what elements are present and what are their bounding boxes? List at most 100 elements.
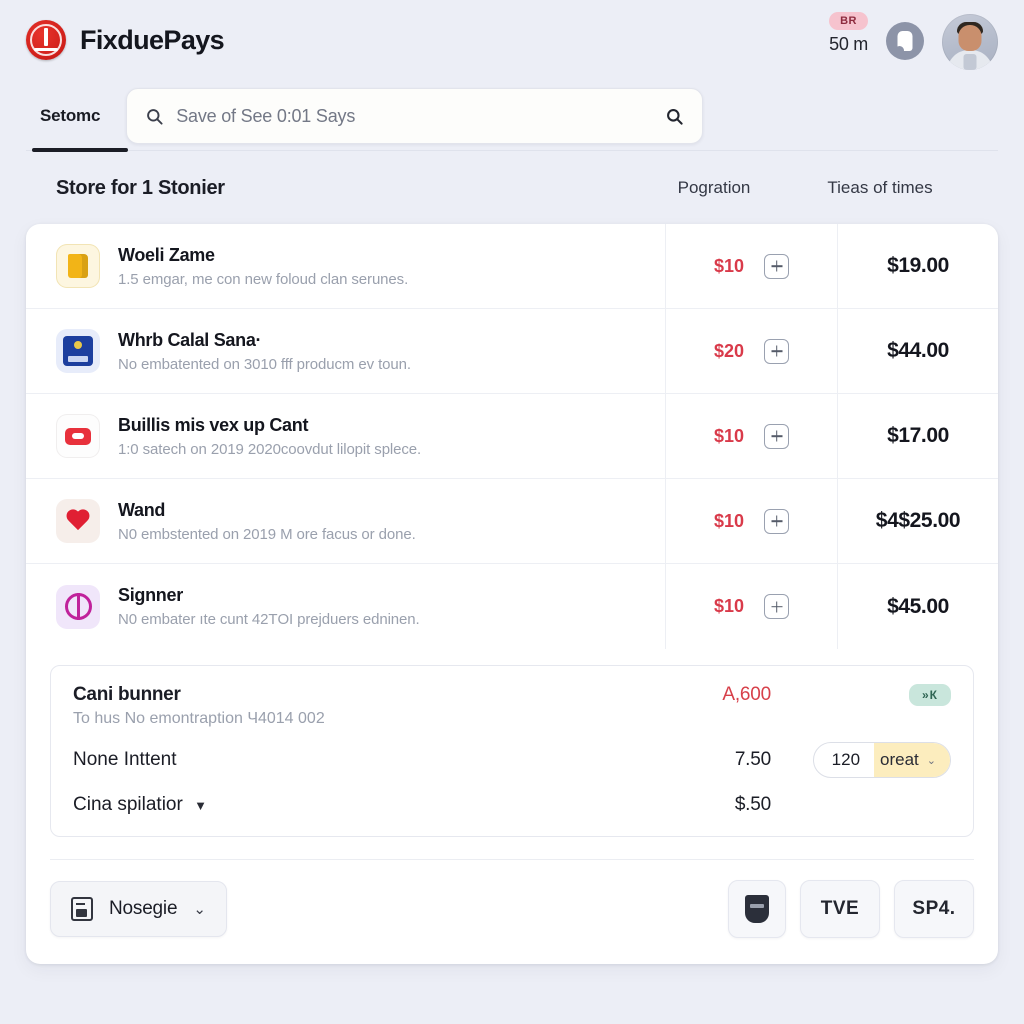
quantity-option-label: oreat xyxy=(880,750,919,769)
row-main: Signner N0 embater ıte cunt 42ТOІ prejdu… xyxy=(26,564,666,649)
nav-divider xyxy=(26,150,998,151)
summary-title: Cani bunner xyxy=(73,684,181,705)
row-total: $17.00 xyxy=(887,424,949,447)
row-title: Woeli Zame xyxy=(118,244,215,265)
summary-wrap: Cani bunner A,600 »К To hus No emontrapt… xyxy=(26,649,998,837)
brand[interactable]: FixduePays xyxy=(26,20,225,60)
meter-label: 50 m xyxy=(829,34,868,54)
shield-icon xyxy=(745,895,769,923)
plus-icon[interactable] xyxy=(764,594,790,619)
row-price: $10 xyxy=(713,255,745,276)
row-main: Woeli Zame 1.5 emgar, me con new foloud … xyxy=(26,224,666,308)
row-total: $19.00 xyxy=(887,254,949,277)
shield-button[interactable] xyxy=(728,880,786,938)
row-title: Whrb Calal Sana· xyxy=(118,329,262,350)
top-bar-right: BR 50 m xyxy=(829,8,998,70)
row-total: $4$25.00 xyxy=(875,509,961,532)
row-description: N0 embater ıte cunt 42ТOІ prejduers edni… xyxy=(118,611,420,628)
table-row[interactable]: Buillis mis vex up Cant 1:0 satech on 20… xyxy=(26,394,998,479)
tab-active-indicator xyxy=(32,148,128,152)
purple-circle-icon xyxy=(56,584,100,629)
summary-panel: Cani bunner A,600 »К To hus No emontrapt… xyxy=(50,665,974,837)
row-main: Wand N0 embstented on 2019 M ore facus o… xyxy=(26,479,666,563)
status-badge: BR xyxy=(829,12,868,30)
caret-down-icon: ▼ xyxy=(194,798,207,813)
bottom-buttons: TVE SP4. xyxy=(728,880,974,938)
avatar-face xyxy=(958,25,982,51)
table-header-pogration: Pogration xyxy=(677,178,751,197)
summary-title-row: Cani bunner A,600 »К xyxy=(73,684,951,706)
plus-icon[interactable] xyxy=(764,338,790,364)
tab-setomc[interactable]: Setomc xyxy=(26,80,114,152)
table-header-tieas: Tieas of times xyxy=(827,178,933,197)
quantity-option[interactable]: oreat ⌄ xyxy=(874,743,950,777)
table-row[interactable]: Woeli Zame 1.5 emgar, me con new foloud … xyxy=(26,224,998,309)
heart-glyph xyxy=(65,508,91,534)
circle-logo-icon xyxy=(26,20,66,60)
summary-line-3-text: Cina spilatior xyxy=(73,794,183,815)
row-total: $44.00 xyxy=(887,339,949,362)
summary-line-2-value: 7.50 xyxy=(734,749,771,770)
table-row[interactable]: Whrb Calal Sana· No embatented on 3010 f… xyxy=(26,309,998,394)
search-icon[interactable] xyxy=(665,107,684,126)
chevron-down-icon: ⌄ xyxy=(193,901,206,918)
close-icon[interactable]: »К xyxy=(909,684,951,706)
capsule-glyph xyxy=(65,427,91,445)
avatar-collar xyxy=(963,54,977,70)
summary-qty-slot: 120 oreat ⌄ xyxy=(771,742,951,778)
table-header-main: Store for 1 Stonier xyxy=(56,176,225,199)
heart-icon xyxy=(56,499,100,543)
sp4-button[interactable]: SP4. xyxy=(894,880,974,938)
blue-card-glyph xyxy=(63,336,93,366)
row-price-cell: $10 xyxy=(666,479,838,563)
row-price: $20 xyxy=(713,340,745,361)
user-avatar[interactable] xyxy=(942,14,998,70)
summary-line-3-label[interactable]: Cina spilatior ▼ xyxy=(73,794,621,816)
bottom-bar: Nosegie ⌄ TVE SP4. xyxy=(26,860,998,964)
row-text: Woeli Zame 1.5 emgar, me con new foloud … xyxy=(118,245,408,288)
row-price: $10 xyxy=(713,596,745,616)
row-total: $45.00 xyxy=(887,594,949,618)
main-content: Store for 1 Stonier Pogration Tieas of t… xyxy=(0,152,1024,964)
table-row[interactable]: Signner N0 embater ıte cunt 42ТOІ prejdu… xyxy=(26,564,998,649)
summary-line-2: None Inttent 7.50 120 oreat ⌄ xyxy=(73,742,951,778)
quantity-value: 120 xyxy=(831,750,861,769)
row-price-cell: $10 xyxy=(666,224,838,308)
row-description: 1.5 emgar, me con new foloud clan serune… xyxy=(118,270,409,288)
plus-icon[interactable] xyxy=(764,423,790,449)
summary-title-value: A,600 xyxy=(722,684,771,705)
row-title: Signner xyxy=(118,585,183,605)
nav-row: Setomc xyxy=(0,80,1024,152)
row-main: Buillis mis vex up Cant 1:0 satech on 20… xyxy=(26,394,666,478)
meter-group: BR 50 m xyxy=(829,8,868,55)
row-main: Whrb Calal Sana· No embatented on 3010 f… xyxy=(26,309,666,393)
row-title: Wand xyxy=(118,499,166,520)
plus-icon[interactable] xyxy=(764,508,790,534)
row-description: No embatented on 3010 fff producm ev tou… xyxy=(118,355,411,373)
summary-badge-slot: »К xyxy=(771,684,951,706)
thumb-circle-icon[interactable] xyxy=(886,22,924,60)
plus-icon[interactable] xyxy=(764,253,790,279)
summary-line-3-value: $.50 xyxy=(734,794,771,815)
row-text: Whrb Calal Sana· No embatented on 3010 f… xyxy=(118,330,411,373)
chevron-down-icon: ⌄ xyxy=(926,754,936,767)
row-price: $10 xyxy=(713,510,745,531)
row-price-cell: $10 xyxy=(666,564,838,649)
row-price-cell: $10 xyxy=(666,394,838,478)
summary-line-2-label: None Inttent xyxy=(73,749,177,770)
tve-button[interactable]: TVE xyxy=(800,880,880,938)
folder-glyph xyxy=(68,254,88,278)
nosegie-dropdown[interactable]: Nosegie ⌄ xyxy=(50,881,227,937)
summary-line-3: Cina spilatior ▼ $.50 xyxy=(73,794,951,816)
table-row[interactable]: Wand N0 embstented on 2019 M ore facus o… xyxy=(26,479,998,564)
brand-name: FixduePays xyxy=(80,24,225,55)
row-text: Wand N0 embstented on 2019 M ore facus o… xyxy=(118,500,416,543)
row-title: Buillis mis vex up Cant xyxy=(118,414,309,435)
table-header: Store for 1 Stonier Pogration Tieas of t… xyxy=(26,152,998,224)
search-input[interactable] xyxy=(176,105,654,127)
blue-card-icon xyxy=(56,329,100,373)
quantity-stepper[interactable]: 120 oreat ⌄ xyxy=(812,742,951,778)
top-bar: FixduePays BR 50 m xyxy=(0,0,1024,80)
search-box[interactable] xyxy=(126,88,704,144)
row-description: N0 embstented on 2019 M ore facus or don… xyxy=(118,525,416,543)
